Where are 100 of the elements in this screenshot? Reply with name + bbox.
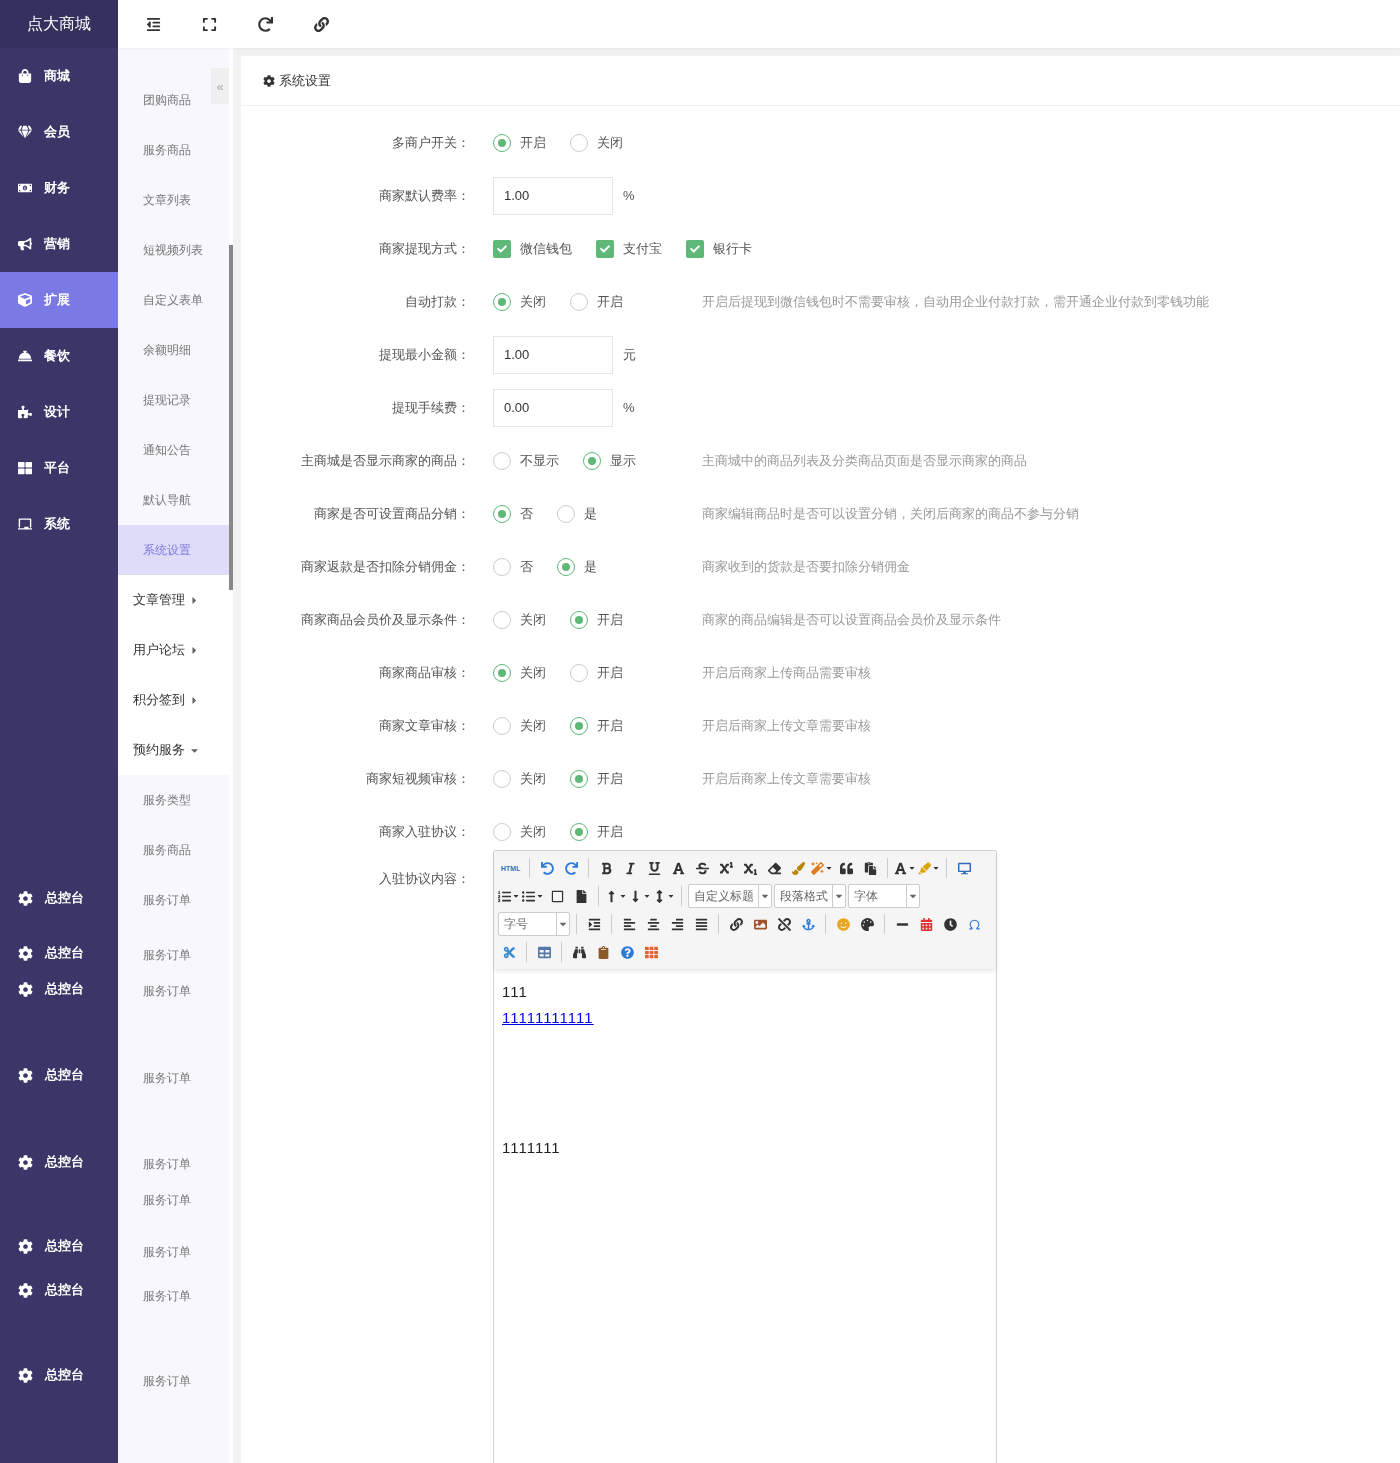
radio-option[interactable]: 关闭 [493, 292, 546, 311]
nav-item[interactable]: 营销 [0, 216, 118, 272]
radio-option[interactable]: 开启 [570, 716, 623, 735]
refresh-icon[interactable] [258, 16, 273, 32]
radio-option[interactable]: 关闭 [493, 716, 546, 735]
input-field[interactable]: 1.00 [493, 335, 613, 374]
radio-option[interactable]: 是 [557, 557, 597, 576]
radio-option[interactable]: 关闭 [493, 822, 546, 841]
checkbox-option[interactable]: 银行卡 [686, 239, 752, 258]
field-label: 自动打款： [404, 292, 470, 311]
checkbox[interactable] [493, 239, 511, 258]
submenu-item[interactable]: 服务订单 [118, 1146, 229, 1182]
dropdown-select[interactable]: 自定义标题 [688, 884, 772, 908]
nav-item[interactable]: 设计 [0, 384, 118, 440]
dropdown-select[interactable]: 段落格式 [774, 884, 846, 908]
submenu-item[interactable]: 服务订单 [118, 1234, 229, 1270]
submenu-item[interactable]: 服务订单 [118, 937, 229, 973]
link-icon [729, 917, 743, 931]
radio-option[interactable]: 否 [493, 557, 533, 576]
checkbox-option[interactable]: 支付宝 [596, 239, 662, 258]
help-text: 商家收到的货款是否要扣除分销佣金 [702, 557, 910, 576]
scrollbar-thumb[interactable] [229, 245, 233, 590]
binoculars-icon [572, 945, 586, 959]
radio-option[interactable]: 开启 [570, 292, 623, 311]
submenu-item[interactable]: 服务订单 [118, 1363, 229, 1399]
option-label: 关闭 [520, 822, 546, 841]
unit-label: % [623, 400, 635, 415]
submenu-item[interactable]: 服务订单 [118, 1060, 229, 1096]
submenu-item[interactable]: 团购商品 [118, 75, 209, 125]
checkbox[interactable] [596, 239, 614, 258]
submenu-item[interactable]: 短视频列表 [118, 225, 229, 275]
radio-option[interactable]: 开启 [570, 610, 623, 629]
checkbox-option[interactable]: 微信钱包 [493, 239, 572, 258]
submenu-group[interactable]: 预约服务 [118, 725, 229, 775]
magic-wand-icon [811, 861, 825, 875]
link-icon[interactable] [314, 16, 329, 32]
help-text: 商家的商品编辑是否可以设置商品会员价及显示条件 [702, 610, 1001, 629]
input-field[interactable]: 0.00 [493, 388, 613, 427]
field-label: 商家商品审核： [378, 663, 470, 682]
nav-item[interactable]: 总控台 [0, 1272, 118, 1308]
radio-option[interactable]: 显示 [583, 451, 636, 470]
field-label: 多商户开关： [391, 133, 470, 152]
nav-item[interactable]: 总控台 [0, 880, 118, 916]
subscript-icon [743, 861, 757, 875]
fullscreen-icon[interactable] [202, 16, 217, 32]
radio-option[interactable]: 关闭 [493, 610, 546, 629]
option-label: 关闭 [597, 133, 623, 152]
nav-item[interactable]: 商城 [0, 48, 118, 104]
nav-item[interactable]: 总控台 [0, 1144, 118, 1180]
nav-item[interactable]: 总控台 [0, 1357, 118, 1393]
submenu-item[interactable]: 默认导航 [118, 475, 229, 525]
radio-option[interactable]: 不显示 [493, 451, 559, 470]
submenu-item[interactable]: 服务商品 [118, 125, 229, 175]
nav-item[interactable]: 财务 [0, 160, 118, 216]
dropdown-select[interactable]: 字号 [498, 912, 570, 936]
editor-link[interactable]: 11111111111 [502, 1009, 594, 1026]
radio-option[interactable]: 关闭 [570, 133, 623, 152]
checkbox[interactable] [686, 239, 704, 258]
submenu-item[interactable]: 余额明细 [118, 325, 229, 375]
nav-item[interactable]: 总控台 [0, 971, 118, 1007]
radio-option[interactable]: 关闭 [493, 663, 546, 682]
submenu-item[interactable]: 服务类型 [118, 775, 229, 825]
option-label: 显示 [610, 451, 636, 470]
nav-item[interactable]: 扩展 [0, 272, 118, 328]
radio-option[interactable]: 开启 [570, 769, 623, 788]
paste-text-icon [863, 861, 877, 875]
nav-item[interactable]: 总控台 [0, 1057, 118, 1093]
menu-icon[interactable] [146, 16, 161, 32]
clipboard-icon [596, 945, 610, 959]
submenu-group[interactable]: 积分签到 [118, 675, 229, 725]
submenu-group[interactable]: 文章管理 [118, 575, 229, 625]
nav-item[interactable]: 系统 [0, 496, 118, 552]
radio-option[interactable]: 关闭 [493, 769, 546, 788]
submenu-item[interactable]: 通知公告 [118, 425, 229, 475]
submenu-item[interactable]: 自定义表单 [118, 275, 229, 325]
nav-item[interactable]: 会员 [0, 104, 118, 160]
submenu-item[interactable]: 提现记录 [118, 375, 229, 425]
input-field[interactable]: 1.00 [493, 176, 613, 215]
field-label: 商家入驻协议： [378, 822, 470, 841]
radio-option[interactable]: 是 [557, 504, 597, 523]
radio-option[interactable]: 开启 [570, 663, 623, 682]
check-icon [497, 243, 507, 254]
radio-option[interactable]: 否 [493, 504, 533, 523]
calendar-icon [919, 917, 933, 931]
submenu-item[interactable]: 服务订单 [118, 1182, 229, 1218]
submenu-item[interactable]: 服务订单 [118, 1278, 229, 1314]
radio-option[interactable]: 开启 [570, 822, 623, 841]
submenu-item[interactable]: 服务订单 [118, 882, 229, 918]
nav-item[interactable]: 总控台 [0, 935, 118, 971]
nav-item[interactable]: 餐饮 [0, 328, 118, 384]
radio-option[interactable]: 开启 [493, 133, 546, 152]
nav-item[interactable]: 平台 [0, 440, 118, 496]
ordered-list-icon [498, 889, 511, 903]
submenu-item[interactable]: 文章列表 [118, 175, 229, 225]
dropdown-select[interactable]: 字体 [848, 884, 920, 908]
nav-item[interactable]: 总控台 [0, 1228, 118, 1264]
submenu-group[interactable]: 用户论坛 [118, 625, 229, 675]
submenu-item[interactable]: 服务订单 [118, 973, 229, 1009]
submenu-item[interactable]: 服务商品 [118, 825, 229, 875]
field-label: 入驻协议内容： [378, 870, 470, 888]
